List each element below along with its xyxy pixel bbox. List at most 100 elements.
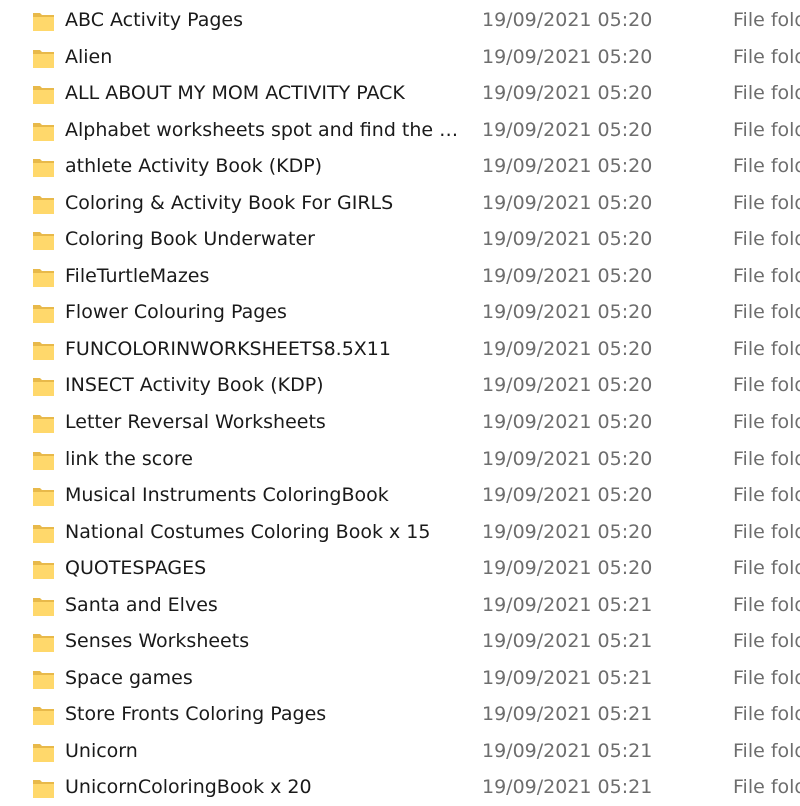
file-type: File fold [733, 447, 800, 470]
date-modified: 19/09/2021 05:20 [482, 447, 653, 470]
file-name: Unicorn [65, 739, 138, 762]
file-name: Senses Worksheets [65, 630, 250, 653]
file-type: File fold [733, 264, 800, 287]
file-name: Store Fronts Coloring Pages [65, 703, 327, 726]
file-name: Santa and Elves [65, 593, 218, 616]
folder-icon [33, 159, 54, 178]
date-modified: 19/09/2021 05:20 [482, 191, 653, 214]
file-name: UnicornColoringBook x 20 [65, 776, 312, 799]
date-modified: 19/09/2021 05:20 [482, 9, 653, 31]
folder-icon [33, 305, 54, 324]
file-row-9[interactable]: Flower Colouring Pages 19/09/2021 05:20 … [0, 294, 800, 331]
file-row-15[interactable]: National Costumes Coloring Book x 15 19/… [0, 514, 800, 551]
file-row-6[interactable]: Coloring & Activity Book For GIRLS 19/09… [0, 185, 800, 222]
file-row-14[interactable]: Musical Instruments ColoringBook 19/09/2… [0, 477, 800, 514]
file-name: Coloring & Activity Book For GIRLS [65, 191, 394, 214]
folder-icon [33, 780, 54, 799]
file-row-1[interactable]: ABC Activity Pages 19/09/2021 05:20 File… [0, 2, 800, 39]
file-type: File fold [733, 45, 800, 68]
file-type: File fold [733, 191, 800, 214]
folder-icon [33, 86, 54, 105]
file-type: File fold [733, 484, 800, 507]
date-modified: 19/09/2021 05:20 [482, 45, 653, 68]
date-modified: 19/09/2021 05:20 [482, 264, 653, 287]
file-row-16[interactable]: QUOTESPAGES 19/09/2021 05:20 File fold [0, 550, 800, 587]
file-name: National Costumes Coloring Book x 15 [65, 520, 431, 543]
file-row-21[interactable]: Unicorn 19/09/2021 05:21 File fold [0, 733, 800, 770]
file-type: File fold [733, 118, 800, 141]
file-type: File fold [733, 301, 800, 324]
date-modified: 19/09/2021 05:20 [482, 82, 653, 105]
folder-icon [33, 378, 54, 397]
file-type: File fold [733, 337, 800, 360]
file-name: athlete Activity Book (KDP) [65, 155, 323, 178]
file-type: File fold [733, 228, 800, 251]
file-row-11[interactable]: INSECT Activity Book (KDP) 19/09/2021 05… [0, 367, 800, 404]
folder-icon [33, 232, 54, 251]
file-name: ABC Activity Pages [65, 9, 243, 31]
date-modified: 19/09/2021 05:20 [482, 337, 653, 360]
file-row-20[interactable]: Store Fronts Coloring Pages 19/09/2021 0… [0, 696, 800, 733]
file-type: File fold [733, 82, 800, 105]
file-row-17[interactable]: Santa and Elves 19/09/2021 05:21 File fo… [0, 587, 800, 624]
file-type: File fold [733, 411, 800, 434]
file-name: Coloring Book Underwater [65, 228, 315, 251]
folder-icon [33, 49, 54, 68]
date-modified: 19/09/2021 05:20 [482, 301, 653, 324]
file-name: Letter Reversal Worksheets [65, 411, 326, 434]
date-modified: 19/09/2021 05:20 [482, 155, 653, 178]
file-type: File fold [733, 9, 800, 31]
folder-icon [33, 268, 54, 287]
folder-icon [33, 13, 54, 31]
folder-icon [33, 415, 54, 434]
file-name: Alphabet worksheets spot and find the sa… [65, 118, 465, 141]
folder-icon [33, 488, 54, 507]
folder-icon [33, 451, 54, 470]
file-name: Flower Colouring Pages [65, 301, 287, 324]
file-row-22[interactable]: UnicornColoringBook x 20 19/09/2021 05:2… [0, 769, 800, 806]
file-row-2[interactable]: Alien 19/09/2021 05:20 File fold [0, 39, 800, 76]
file-name: INSECT Activity Book (KDP) [65, 374, 324, 397]
date-modified: 19/09/2021 05:20 [482, 520, 653, 543]
file-row-19[interactable]: Space games 19/09/2021 05:21 File fold [0, 660, 800, 697]
folder-icon [33, 743, 54, 762]
file-name: Space games [65, 666, 193, 689]
file-row-7[interactable]: Coloring Book Underwater 19/09/2021 05:2… [0, 221, 800, 258]
folder-icon [33, 122, 54, 141]
file-type: File fold [733, 593, 800, 616]
date-modified: 19/09/2021 05:21 [482, 776, 653, 799]
file-row-12[interactable]: Letter Reversal Worksheets 19/09/2021 05… [0, 404, 800, 441]
file-row-4[interactable]: Alphabet worksheets spot and find the sa… [0, 112, 800, 149]
file-name: FUNCOLORINWORKSHEETS8.5X11 [65, 337, 391, 360]
folder-icon [33, 634, 54, 653]
file-row-10[interactable]: FUNCOLORINWORKSHEETS8.5X11 19/09/2021 05… [0, 331, 800, 368]
file-type: File fold [733, 557, 800, 580]
file-type: File fold [733, 739, 800, 762]
file-row-5[interactable]: athlete Activity Book (KDP) 19/09/2021 0… [0, 148, 800, 185]
folder-icon [33, 597, 54, 616]
file-name: FileTurtleMazes [65, 264, 210, 287]
date-modified: 19/09/2021 05:20 [482, 557, 653, 580]
folder-icon [33, 707, 54, 726]
file-name: ALL ABOUT MY MOM ACTIVITY PACK [65, 82, 405, 105]
file-row-3[interactable]: ALL ABOUT MY MOM ACTIVITY PACK 19/09/202… [0, 75, 800, 112]
folder-icon [33, 524, 54, 543]
file-type: File fold [733, 520, 800, 543]
date-modified: 19/09/2021 05:21 [482, 703, 653, 726]
file-row-13[interactable]: link the score 19/09/2021 05:20 File fol… [0, 441, 800, 478]
date-modified: 19/09/2021 05:20 [482, 228, 653, 251]
file-type: File fold [733, 703, 800, 726]
file-row-8[interactable]: FileTurtleMazes 19/09/2021 05:20 File fo… [0, 258, 800, 295]
file-type: File fold [733, 374, 800, 397]
file-name: Musical Instruments ColoringBook [65, 484, 389, 507]
file-name: link the score [65, 447, 193, 470]
file-row-18[interactable]: Senses Worksheets 19/09/2021 05:21 File … [0, 623, 800, 660]
file-type: File fold [733, 155, 800, 178]
date-modified: 19/09/2021 05:21 [482, 630, 653, 653]
folder-icon [33, 341, 54, 360]
file-type: File fold [733, 630, 800, 653]
date-modified: 19/09/2021 05:20 [482, 411, 653, 434]
file-type: File fold [733, 666, 800, 689]
file-type: File fold [733, 776, 800, 799]
file-name: Alien [65, 45, 113, 68]
